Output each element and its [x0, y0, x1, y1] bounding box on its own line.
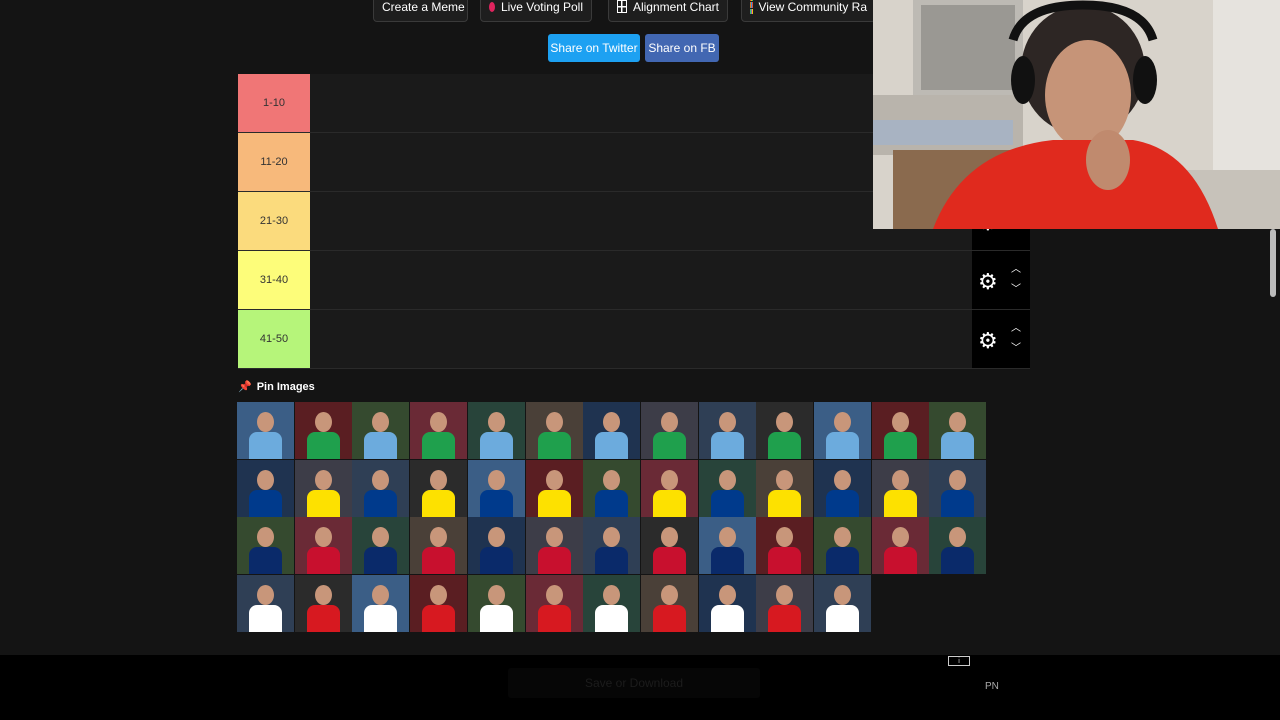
- view-community-label: View Community Ra: [758, 0, 867, 14]
- player-thumbnail[interactable]: [467, 402, 525, 459]
- tier-label[interactable]: 11-20: [238, 133, 310, 191]
- live-voting-label: Live Voting Poll: [500, 0, 583, 14]
- pin-icon: 📌: [238, 381, 252, 393]
- player-thumbnail[interactable]: [525, 517, 583, 574]
- player-thumbnail[interactable]: [583, 517, 641, 574]
- player-thumbnail[interactable]: [814, 517, 871, 574]
- save-download-button[interactable]: Save or Download: [508, 668, 760, 698]
- player-thumbnail[interactable]: [467, 459, 525, 517]
- mosaic-icon: [750, 0, 753, 14]
- player-thumbnail[interactable]: [698, 459, 756, 517]
- player-thumbnail[interactable]: [756, 574, 814, 632]
- tier-label[interactable]: 41-50: [238, 310, 310, 368]
- player-thumbnail[interactable]: [352, 459, 410, 517]
- record-dot-icon: [489, 2, 495, 12]
- player-thumbnail[interactable]: [525, 402, 583, 459]
- player-thumbnail[interactable]: [352, 574, 410, 632]
- player-thumbnail[interactable]: [237, 459, 294, 517]
- webcam-person-image: [873, 0, 1280, 229]
- player-thumbnail[interactable]: [756, 517, 814, 574]
- player-thumbnail[interactable]: [698, 574, 756, 632]
- player-thumbnail[interactable]: [525, 574, 583, 632]
- player-thumbnail[interactable]: [871, 459, 929, 517]
- create-meme-label: Create a Meme: [382, 0, 465, 14]
- tier-controls: ⚙ ︿ ﹀: [972, 251, 1030, 309]
- player-thumbnail[interactable]: [237, 402, 294, 459]
- scrollbar-thumb[interactable]: [1270, 229, 1276, 297]
- player-thumbnail[interactable]: [929, 402, 987, 459]
- player-thumbnail[interactable]: [410, 574, 468, 632]
- tier-label[interactable]: 21-30: [238, 192, 310, 250]
- player-thumbnail[interactable]: [525, 459, 583, 517]
- gear-icon[interactable]: ⚙: [978, 328, 998, 354]
- player-thumbnail[interactable]: [640, 517, 698, 574]
- player-thumbnail[interactable]: [583, 574, 641, 632]
- player-thumbnail[interactable]: [640, 574, 698, 632]
- pin-images-toggle[interactable]: 📌 Pin Images: [238, 380, 315, 394]
- player-thumbnail[interactable]: [929, 517, 987, 574]
- share-twitter-button[interactable]: Share on Twitter: [548, 34, 640, 62]
- live-voting-button[interactable]: Live Voting Poll: [480, 0, 592, 22]
- webcam-overlay: [873, 0, 1280, 229]
- player-thumbnail[interactable]: [352, 517, 410, 574]
- player-thumbnail[interactable]: [294, 574, 352, 632]
- chevron-up-icon[interactable]: ︿: [1011, 265, 1021, 275]
- player-thumbnail[interactable]: [929, 459, 987, 517]
- player-thumbnail[interactable]: [871, 517, 929, 574]
- footer-badge: PN: [985, 681, 999, 692]
- player-thumbnail[interactable]: [640, 459, 698, 517]
- tier-row[interactable]: 31-40 ⚙ ︿ ﹀: [238, 251, 1030, 310]
- share-fb-button[interactable]: Share on FB: [645, 34, 719, 62]
- chevron-down-icon[interactable]: ﹀: [1011, 344, 1021, 354]
- player-thumbnail[interactable]: [814, 459, 871, 517]
- ad-info-icon[interactable]: i: [948, 656, 970, 666]
- tier-label[interactable]: 1-10: [238, 74, 310, 132]
- player-thumbnail[interactable]: [467, 517, 525, 574]
- player-thumbnail[interactable]: [756, 459, 814, 517]
- tier-row[interactable]: 41-50 ⚙ ︿ ﹀: [238, 310, 1030, 369]
- create-meme-button[interactable]: Create a Meme: [373, 0, 468, 22]
- player-thumbnail[interactable]: [583, 459, 641, 517]
- player-thumbnail[interactable]: [871, 402, 929, 459]
- player-thumbnail[interactable]: [640, 402, 698, 459]
- player-thumbnail[interactable]: [814, 574, 871, 632]
- gear-icon[interactable]: ⚙: [978, 269, 998, 295]
- player-thumbnail[interactable]: [237, 574, 294, 632]
- pin-images-label: Pin Images: [256, 380, 315, 393]
- player-thumbnail[interactable]: [756, 402, 814, 459]
- alignment-chart-label: Alignment Chart: [632, 0, 719, 14]
- chevron-up-icon[interactable]: ︿: [1011, 324, 1021, 334]
- chevron-down-icon[interactable]: ﹀: [1011, 285, 1021, 295]
- player-thumbnail[interactable]: [583, 402, 641, 459]
- alignment-chart-button[interactable]: Alignment Chart: [608, 0, 728, 22]
- share-fb-label: Share on FB: [648, 41, 716, 55]
- share-twitter-label: Share on Twitter: [550, 41, 638, 55]
- player-thumbnail[interactable]: [467, 574, 525, 632]
- tier-label[interactable]: 31-40: [238, 251, 310, 309]
- player-thumbnail[interactable]: [352, 402, 410, 459]
- grid-icon: [617, 0, 627, 13]
- player-thumbnail[interactable]: [698, 402, 756, 459]
- player-thumbnail[interactable]: [698, 517, 756, 574]
- player-thumbnail[interactable]: [294, 402, 352, 459]
- player-thumbnail[interactable]: [410, 517, 468, 574]
- player-thumbnail[interactable]: [294, 517, 352, 574]
- view-community-button[interactable]: View Community Ra: [741, 0, 876, 22]
- player-thumbnail[interactable]: [410, 402, 468, 459]
- player-thumbnail[interactable]: [294, 459, 352, 517]
- player-thumbnail[interactable]: [237, 517, 294, 574]
- player-thumbnail[interactable]: [410, 459, 468, 517]
- player-thumbnail[interactable]: [814, 402, 871, 459]
- tier-controls: ⚙ ︿ ﹀: [972, 310, 1030, 368]
